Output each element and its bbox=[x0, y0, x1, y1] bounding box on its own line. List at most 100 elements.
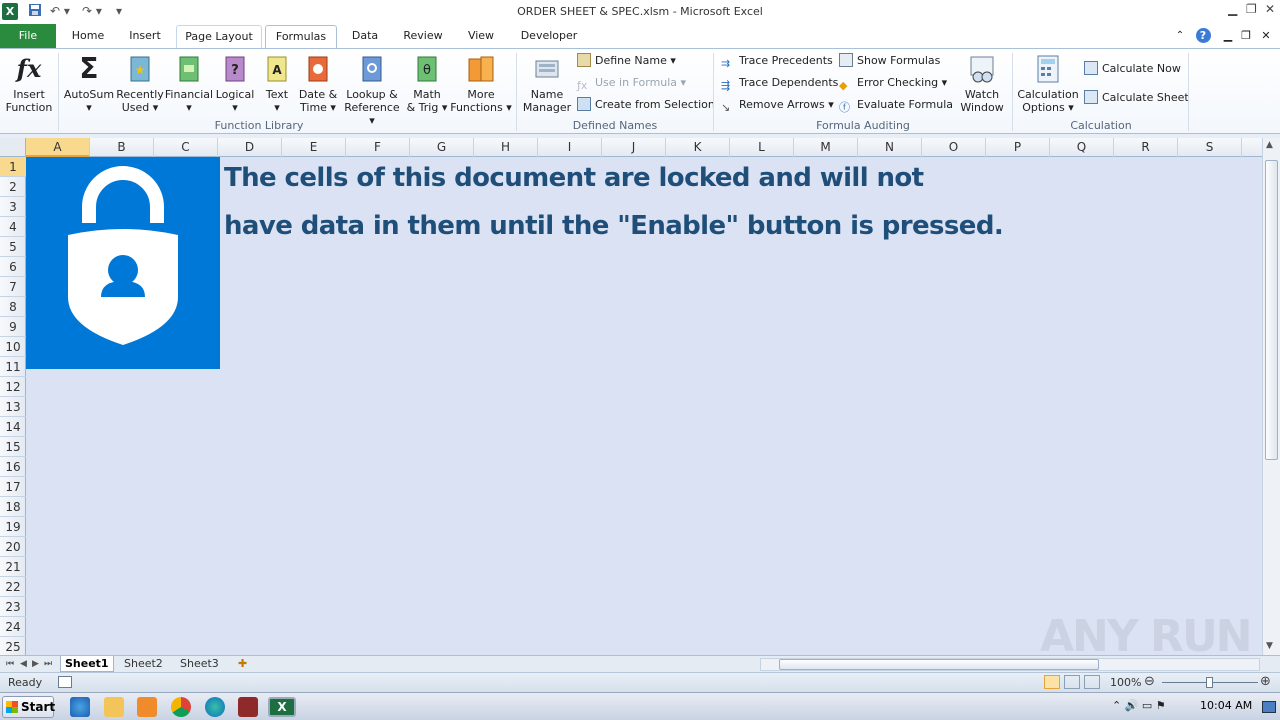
page-layout-view-icon[interactable] bbox=[1064, 675, 1080, 689]
macro-record-icon[interactable] bbox=[58, 676, 72, 688]
column-header-j[interactable]: J bbox=[602, 138, 666, 157]
row-header-24[interactable]: 24 bbox=[0, 617, 26, 637]
row-header-10[interactable]: 10 bbox=[0, 337, 26, 357]
scroll-up-icon[interactable]: ▲ bbox=[1266, 140, 1273, 150]
tab-insert[interactable]: Insert bbox=[120, 24, 170, 48]
tray-icons[interactable]: ⌃ 🔊 ▭ ⚑ bbox=[1112, 699, 1166, 712]
row-header-13[interactable]: 13 bbox=[0, 397, 26, 417]
tab-formulas[interactable]: Formulas bbox=[265, 25, 337, 49]
chrome-icon[interactable] bbox=[171, 697, 191, 717]
horizontal-scroll-thumb[interactable] bbox=[779, 659, 1099, 670]
calculate-now-button[interactable]: Calculate Now bbox=[1084, 60, 1181, 78]
tab-home[interactable]: Home bbox=[62, 24, 114, 48]
column-header-l[interactable]: L bbox=[730, 138, 794, 157]
logical-button[interactable]: ? Logical ▾ bbox=[214, 53, 256, 114]
row-header-17[interactable]: 17 bbox=[0, 477, 26, 497]
doc-close-icon[interactable]: ✕ bbox=[1258, 24, 1274, 48]
cell-grid[interactable]: The cells of this document are locked an… bbox=[26, 157, 1262, 662]
use-in-formula-button[interactable]: ƒx Use in Formula ▾ bbox=[577, 74, 686, 92]
normal-view-icon[interactable] bbox=[1044, 675, 1060, 689]
financial-button[interactable]: Financial ▾ bbox=[164, 53, 214, 114]
last-sheet-icon[interactable]: ⏭ bbox=[40, 656, 56, 672]
excel-taskbar-icon[interactable]: X bbox=[268, 697, 296, 717]
winrar-icon[interactable] bbox=[238, 697, 258, 717]
remove-arrows-button[interactable]: ↘ Remove Arrows ▾ bbox=[721, 96, 834, 114]
row-header-14[interactable]: 14 bbox=[0, 417, 26, 437]
row-header-18[interactable]: 18 bbox=[0, 497, 26, 517]
evaluate-formula-button[interactable]: ⓕ Evaluate Formula bbox=[839, 96, 953, 114]
row-header-12[interactable]: 12 bbox=[0, 377, 26, 397]
zoom-in-icon[interactable]: ⊕ bbox=[1260, 674, 1271, 689]
ribbon-minimize-icon[interactable]: ⌃ bbox=[1172, 24, 1188, 48]
column-header-s[interactable]: S bbox=[1178, 138, 1242, 157]
row-header-20[interactable]: 20 bbox=[0, 537, 26, 557]
insert-sheet-icon[interactable]: ✚ bbox=[234, 656, 251, 672]
define-name-button[interactable]: Define Name ▾ bbox=[577, 52, 676, 70]
row-header-21[interactable]: 21 bbox=[0, 557, 26, 577]
row-header-1[interactable]: 1 bbox=[0, 157, 26, 177]
column-header-n[interactable]: N bbox=[858, 138, 922, 157]
ie-icon[interactable] bbox=[70, 697, 90, 717]
doc-minimize-icon[interactable]: ▁ bbox=[1220, 24, 1236, 48]
date-time-button[interactable]: Date & Time ▾ bbox=[296, 53, 340, 114]
media-player-icon[interactable] bbox=[137, 697, 157, 717]
watch-window-button[interactable]: Watch Window bbox=[956, 53, 1008, 114]
tab-view[interactable]: View bbox=[458, 24, 504, 48]
restore-icon[interactable]: ❐ bbox=[1246, 2, 1257, 16]
text-button[interactable]: A Text ▾ bbox=[258, 53, 296, 114]
name-manager-button[interactable]: Name Manager bbox=[520, 53, 574, 114]
row-header-16[interactable]: 16 bbox=[0, 457, 26, 477]
column-header-m[interactable]: M bbox=[794, 138, 858, 157]
scroll-down-icon[interactable]: ▼ bbox=[1266, 641, 1273, 651]
show-desktop-icon[interactable] bbox=[1262, 701, 1276, 713]
column-header-r[interactable]: R bbox=[1114, 138, 1178, 157]
page-break-view-icon[interactable] bbox=[1084, 675, 1100, 689]
column-header-p[interactable]: P bbox=[986, 138, 1050, 157]
minimize-icon[interactable]: ▁ bbox=[1228, 2, 1237, 16]
column-header-q[interactable]: Q bbox=[1050, 138, 1114, 157]
close-icon[interactable]: ✕ bbox=[1265, 2, 1275, 16]
column-header-i[interactable]: I bbox=[538, 138, 602, 157]
column-header-o[interactable]: O bbox=[922, 138, 986, 157]
row-header-3[interactable]: 3 bbox=[0, 197, 26, 217]
row-header-6[interactable]: 6 bbox=[0, 257, 26, 277]
start-button[interactable]: Start bbox=[2, 696, 55, 718]
row-header-7[interactable]: 7 bbox=[0, 277, 26, 297]
tab-page-layout[interactable]: Page Layout bbox=[176, 25, 262, 49]
column-header-h[interactable]: H bbox=[474, 138, 538, 157]
row-header-5[interactable]: 5 bbox=[0, 237, 26, 257]
trace-dependents-button[interactable]: ⇶ Trace Dependents bbox=[721, 74, 838, 92]
column-header-e[interactable]: E bbox=[282, 138, 346, 157]
vertical-scrollbar[interactable]: ▲ ▼ bbox=[1262, 138, 1280, 655]
row-header-25[interactable]: 25 bbox=[0, 637, 26, 657]
row-header-23[interactable]: 23 bbox=[0, 597, 26, 617]
row-header-11[interactable]: 11 bbox=[0, 357, 26, 377]
explorer-icon[interactable] bbox=[104, 697, 124, 717]
select-all-corner[interactable] bbox=[0, 138, 26, 157]
tab-file[interactable]: File bbox=[0, 24, 56, 48]
sheet-tab-sheet1[interactable]: Sheet1 bbox=[60, 656, 114, 672]
insert-function-button[interactable]: fx Insert Function bbox=[4, 53, 54, 114]
row-header-2[interactable]: 2 bbox=[0, 177, 26, 197]
row-header-15[interactable]: 15 bbox=[0, 437, 26, 457]
lookup-reference-button[interactable]: Lookup & Reference ▾ bbox=[340, 53, 404, 127]
calculation-options-button[interactable]: Calculation Options ▾ bbox=[1016, 53, 1080, 114]
zoom-slider-handle[interactable] bbox=[1206, 677, 1213, 688]
column-header-k[interactable]: K bbox=[666, 138, 730, 157]
help-icon[interactable]: ? bbox=[1194, 24, 1212, 48]
sheet-tab-sheet2[interactable]: Sheet2 bbox=[120, 656, 167, 672]
row-header-22[interactable]: 22 bbox=[0, 577, 26, 597]
tab-review[interactable]: Review bbox=[396, 24, 450, 48]
column-header-c[interactable]: C bbox=[154, 138, 218, 157]
row-header-9[interactable]: 9 bbox=[0, 317, 26, 337]
sheet-tab-sheet3[interactable]: Sheet3 bbox=[176, 656, 223, 672]
doc-restore-icon[interactable]: ❐ bbox=[1238, 24, 1254, 48]
column-header-f[interactable]: F bbox=[346, 138, 410, 157]
show-formulas-button[interactable]: Show Formulas bbox=[839, 52, 940, 70]
create-from-selection-button[interactable]: Create from Selection bbox=[577, 96, 715, 114]
tab-data[interactable]: Data bbox=[342, 24, 388, 48]
recently-used-button[interactable]: ★ Recently Used ▾ bbox=[116, 53, 164, 114]
column-header-d[interactable]: D bbox=[218, 138, 282, 157]
column-header-a[interactable]: A bbox=[26, 138, 90, 157]
column-header-g[interactable]: G bbox=[410, 138, 474, 157]
